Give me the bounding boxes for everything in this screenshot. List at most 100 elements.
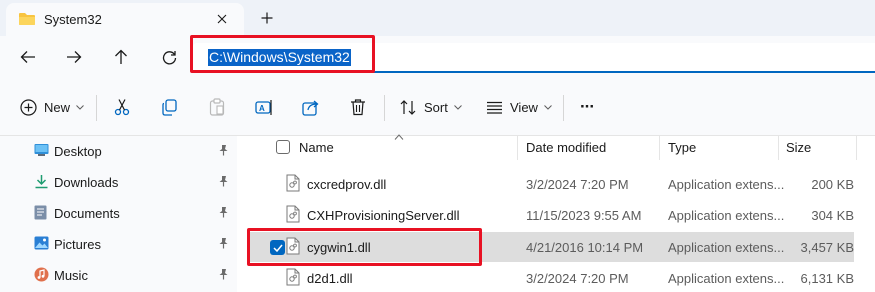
new-button[interactable]: New — [20, 94, 84, 120]
navigation-pane: Desktop Downloads Documents Pictures Mus… — [0, 136, 237, 292]
scissors-icon — [114, 99, 130, 116]
select-all-checkbox[interactable] — [276, 140, 290, 154]
pin-icon[interactable] — [218, 268, 229, 283]
toolbar-divider — [563, 95, 564, 121]
sidebar-item-label: Downloads — [54, 175, 119, 190]
plus-icon — [261, 12, 273, 24]
table-row[interactable]: cygwin1.dll 4/21/2016 10:14 PM Applicati… — [249, 232, 854, 262]
view-list-icon — [487, 101, 502, 114]
column-header-size[interactable]: Size — [786, 140, 811, 155]
share-button[interactable] — [302, 94, 320, 120]
sidebar-item-label: Music — [54, 268, 88, 283]
column-header-type[interactable]: Type — [668, 140, 696, 155]
command-bar: New A Sort View ··· — [0, 78, 875, 136]
chevron-down-icon — [544, 104, 552, 110]
paste-icon — [209, 98, 225, 116]
pin-icon[interactable] — [218, 144, 229, 159]
file-type: Application extens... — [668, 271, 785, 286]
file-type: Application extens... — [668, 240, 785, 255]
chevron-down-icon — [76, 104, 84, 110]
view-button[interactable]: View — [486, 94, 552, 120]
sidebar-item-downloads[interactable]: Downloads — [0, 167, 237, 197]
dll-file-icon — [286, 205, 300, 226]
file-date: 4/21/2016 10:14 PM — [526, 240, 644, 255]
column-divider[interactable] — [659, 136, 660, 160]
column-divider[interactable] — [856, 136, 857, 160]
refresh-button[interactable] — [155, 44, 183, 70]
new-tab-button[interactable] — [256, 7, 278, 29]
svg-text:A: A — [259, 104, 265, 113]
file-date: 3/2/2024 7:20 PM — [526, 271, 629, 286]
add-circle-icon — [20, 98, 37, 116]
file-date: 11/15/2023 9:55 AM — [526, 208, 642, 223]
desktop-icon — [34, 143, 49, 160]
up-button[interactable] — [107, 44, 135, 70]
arrow-left-icon — [20, 51, 35, 63]
file-size: 304 KB — [811, 208, 854, 223]
share-icon — [302, 100, 319, 116]
column-header-row: Name Date modified Type Size — [249, 134, 875, 160]
dll-file-icon — [286, 174, 300, 195]
dll-file-icon — [286, 237, 300, 258]
tab-system32[interactable]: System32 — [6, 3, 244, 36]
column-divider[interactable] — [778, 136, 779, 160]
pin-icon[interactable] — [218, 237, 229, 252]
toolbar-divider — [384, 95, 385, 121]
rename-button[interactable]: A — [255, 94, 274, 120]
pictures-icon — [34, 236, 49, 253]
sidebar-item-label: Desktop — [54, 144, 102, 159]
pin-icon[interactable] — [218, 175, 229, 190]
cut-button[interactable] — [113, 94, 131, 120]
file-size: 6,131 KB — [800, 271, 855, 286]
file-name: cygwin1.dll — [307, 240, 371, 255]
checkmark-icon — [272, 244, 283, 252]
file-name: CXHProvisioningServer.dll — [307, 208, 460, 223]
sidebar-item-documents[interactable]: Documents — [0, 198, 237, 228]
table-row[interactable]: d2d1.dll 3/2/2024 7:20 PM Application ex… — [249, 263, 854, 292]
sort-label: Sort — [424, 99, 448, 115]
address-bar[interactable]: C:\Windows\System32 — [193, 43, 875, 73]
sidebar-item-label: Pictures — [54, 237, 101, 252]
new-label: New — [44, 99, 71, 115]
sidebar-item-music[interactable]: Music — [0, 260, 237, 290]
arrow-right-icon — [67, 51, 82, 63]
copy-button[interactable] — [161, 94, 178, 120]
copy-icon — [162, 98, 177, 116]
tab-title: System32 — [44, 12, 102, 27]
back-button[interactable] — [14, 44, 42, 70]
file-type: Application extens... — [668, 208, 785, 223]
column-divider[interactable] — [517, 136, 518, 160]
toolbar-divider — [96, 95, 97, 121]
trash-icon — [351, 99, 365, 116]
column-header-date[interactable]: Date modified — [526, 140, 606, 155]
close-icon[interactable] — [212, 9, 232, 29]
sidebar-item-label: Documents — [54, 206, 120, 221]
more-options-button[interactable]: ··· — [580, 94, 595, 120]
table-row[interactable]: cxcredprov.dll 3/2/2024 7:20 PM Applicat… — [249, 169, 854, 199]
chevron-down-icon — [453, 104, 462, 110]
address-path[interactable]: C:\Windows\System32 — [208, 49, 351, 66]
arrow-up-icon — [115, 49, 127, 64]
sidebar-item-pictures[interactable]: Pictures — [0, 229, 237, 259]
file-name: cxcredprov.dll — [307, 177, 387, 192]
folder-icon — [18, 12, 36, 29]
pin-icon[interactable] — [218, 206, 229, 221]
view-label: View — [510, 99, 538, 115]
file-type: Application extens... — [668, 177, 785, 192]
forward-button[interactable] — [60, 44, 88, 70]
tab-strip: System32 — [0, 0, 875, 36]
scrollbar-track[interactable] — [858, 160, 875, 292]
sort-ascending-icon — [394, 128, 404, 143]
column-header-name[interactable]: Name — [299, 140, 334, 155]
dll-file-icon — [286, 268, 300, 289]
navigation-bar: C:\Windows\System32 — [0, 36, 875, 78]
row-checkbox[interactable] — [270, 240, 285, 255]
sort-button[interactable]: Sort — [400, 94, 462, 120]
music-icon — [34, 267, 49, 285]
delete-button[interactable] — [350, 94, 366, 120]
paste-button[interactable] — [209, 94, 225, 120]
refresh-icon — [162, 50, 176, 64]
documents-icon — [34, 205, 47, 223]
table-row[interactable]: CXHProvisioningServer.dll 11/15/2023 9:5… — [249, 200, 854, 230]
sidebar-item-desktop[interactable]: Desktop — [0, 136, 237, 166]
